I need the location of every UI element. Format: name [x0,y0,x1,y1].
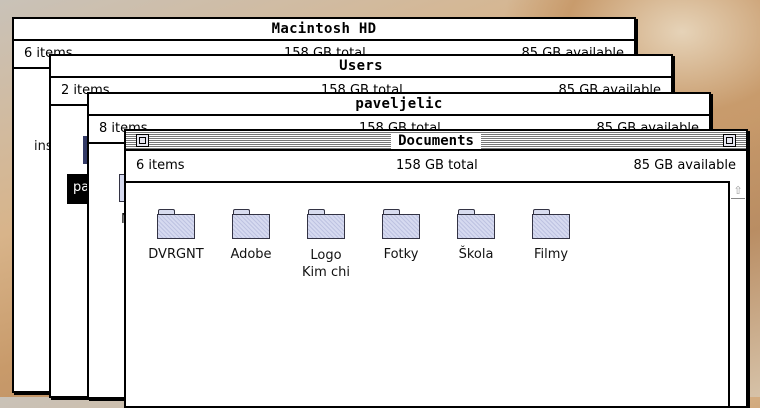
info-bar: 6 items 158 GB total 85 GB available [126,151,746,183]
window-documents[interactable]: Documents 6 items 158 GB total 85 GB ava… [124,129,748,408]
folder-icon [232,209,270,239]
folder-label: DVRGNT [148,247,204,262]
folder-adobe[interactable]: Adobe [213,209,289,262]
titlebar[interactable]: paveljelic [89,94,709,116]
folder-fotky[interactable]: Fotky [363,209,439,262]
window-title: paveljelic [355,96,443,112]
folder-label: Filmy [533,247,569,262]
titlebar[interactable]: Documents [126,131,746,151]
titlebar[interactable]: Macintosh HD [14,19,634,41]
folder-label: Logo Kim chi [302,248,350,280]
titlebar[interactable]: Users [51,56,671,78]
folder-dvrgnt[interactable]: DVRGNT [138,209,214,262]
scroll-up-arrow-icon[interactable]: ⇧ [731,184,745,199]
folder-label: Adobe [230,247,272,262]
disk-available: 85 GB available [633,158,736,173]
folder-icon [307,209,345,239]
zoom-box[interactable] [723,134,736,147]
folder-icon [457,209,495,239]
folder-label: Fotky [383,247,419,262]
window-title: Macintosh HD [271,21,377,37]
folder-icon [532,209,570,239]
folder-icon [157,209,195,239]
window-title: Documents [391,133,481,149]
item-count: 6 items [136,158,185,173]
folder-skola[interactable]: Škola [438,209,514,262]
folder-label: Škola [458,247,494,262]
folder-logo-kim-chi[interactable]: Logo Kim chi [288,209,364,281]
window-title-wrap: Documents [126,131,746,149]
folder-filmy[interactable]: Filmy [513,209,589,262]
window-title: Users [339,58,383,74]
vertical-scrollbar[interactable]: ⇧ [728,181,746,406]
disk-total: 158 GB total [396,158,478,173]
folder-icon [382,209,420,239]
